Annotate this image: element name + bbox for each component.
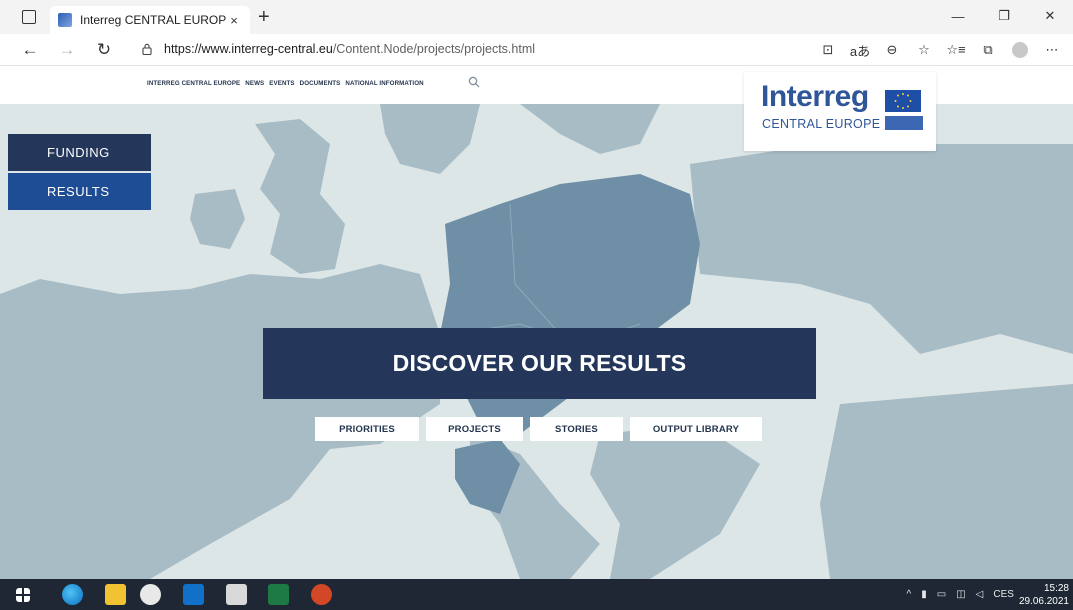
web-page: INTERREG CENTRAL EUROPE NEWS EVENTS DOCU…	[0, 66, 1073, 579]
browser-tab-bar: Interreg CENTRAL EUROPE - Pro × + — ❐ ✕	[0, 0, 1073, 34]
reload-button[interactable]: ↻	[92, 39, 116, 61]
volume-icon[interactable]: ◁	[976, 589, 984, 600]
results-category-buttons: PRIORITIES PROJECTS STORIES OUTPUT LIBRA…	[0, 417, 1073, 441]
collections-icon[interactable]: ⧉	[975, 38, 1001, 62]
interreg-logo[interactable]: Interreg CENTRAL EUROPE	[744, 72, 936, 151]
address-bar: ← → ↻ https://www.interreg-central.eu/Co…	[0, 34, 1073, 66]
site-favicon-icon	[58, 13, 72, 27]
add-favorite-icon[interactable]: ☆	[911, 38, 937, 62]
nav-link-national-information[interactable]: NATIONAL INFORMATION	[345, 80, 423, 87]
lock-icon[interactable]	[142, 43, 152, 55]
forward-button[interactable]: →	[55, 39, 79, 61]
stories-button[interactable]: STORIES	[530, 417, 623, 441]
eu-flag-icon	[885, 90, 921, 112]
edge-icon[interactable]	[62, 584, 83, 605]
tab-actions-icon[interactable]	[22, 10, 36, 24]
nav-link-events[interactable]: EVENTS	[269, 80, 294, 87]
hero-title-banner: DISCOVER OUR RESULTS	[263, 328, 816, 399]
side-menu-results[interactable]: RESULTS	[8, 173, 151, 210]
search-icon[interactable]	[468, 76, 480, 88]
outlook-icon[interactable]	[183, 584, 204, 605]
system-clock[interactable]: 15:28 29.06.2021	[1019, 582, 1073, 608]
nav-link-documents[interactable]: DOCUMENTS	[300, 80, 341, 87]
restore-button[interactable]: ❐	[981, 0, 1027, 32]
favorites-icon[interactable]: ☆≡	[943, 38, 969, 62]
tray-chevron-icon[interactable]: ^	[907, 589, 912, 600]
windows-start-icon[interactable]	[16, 588, 30, 602]
tab-close-icon[interactable]: ×	[226, 13, 242, 28]
url-input[interactable]: https://www.interreg-central.eu/Content.…	[164, 42, 535, 56]
eu-fund-label	[885, 116, 923, 130]
immersive-reader-icon[interactable]: ⊡	[815, 38, 841, 62]
battery-icon[interactable]: ▭	[937, 589, 946, 600]
priorities-button[interactable]: PRIORITIES	[315, 417, 419, 441]
browser-tab-active[interactable]: Interreg CENTRAL EUROPE - Pro ×	[50, 6, 250, 34]
minimize-button[interactable]: —	[935, 0, 981, 32]
excel-icon[interactable]	[268, 584, 289, 605]
url-path: /Content.Node/projects/projects.html	[332, 42, 536, 56]
calculator-icon[interactable]	[226, 584, 247, 605]
nav-link-interreg-central-europe[interactable]: INTERREG CENTRAL EUROPE	[147, 80, 240, 87]
logo-subtitle: CENTRAL EUROPE	[762, 117, 881, 131]
window-controls: — ❐ ✕	[935, 0, 1073, 32]
output-library-button[interactable]: OUTPUT LIBRARY	[630, 417, 762, 441]
microphone-icon[interactable]: ▮	[921, 589, 927, 600]
side-menu: FUNDING RESULTS	[8, 134, 151, 210]
photos-icon[interactable]	[140, 584, 161, 605]
top-nav-links: INTERREG CENTRAL EUROPE NEWS EVENTS DOCU…	[147, 80, 424, 87]
back-button[interactable]: ←	[18, 39, 42, 61]
clock-date: 29.06.2021	[1018, 595, 1069, 607]
logo-wordmark: Interreg	[761, 80, 869, 113]
new-tab-button[interactable]: +	[258, 6, 270, 28]
file-explorer-icon[interactable]	[105, 584, 126, 605]
system-tray: ^ ▮ ▭ ◫ ◁ CES 15:28 29.06.2021	[902, 579, 1073, 610]
url-host: https://www.interreg-central.eu	[164, 42, 333, 56]
profile-avatar[interactable]	[1007, 38, 1033, 62]
zoom-icon[interactable]: ⊖	[879, 38, 905, 62]
windows-taskbar: ^ ▮ ▭ ◫ ◁ CES 15:28 29.06.2021	[0, 579, 1073, 610]
side-menu-funding[interactable]: FUNDING	[8, 134, 151, 171]
tab-title: Interreg CENTRAL EUROPE - Pro	[80, 13, 226, 27]
powerpoint-icon[interactable]	[311, 584, 332, 605]
close-window-button[interactable]: ✕	[1027, 0, 1073, 32]
network-icon[interactable]: ◫	[956, 589, 965, 600]
input-language[interactable]: CES	[993, 589, 1014, 600]
settings-more-icon[interactable]: ⋯	[1039, 38, 1065, 62]
address-bar-actions: ⊡ aあ ⊖ ☆ ☆≡ ⧉ ⋯	[815, 38, 1065, 62]
nav-link-news[interactable]: NEWS	[245, 80, 264, 87]
clock-time: 15:28	[1043, 582, 1069, 594]
projects-button[interactable]: PROJECTS	[426, 417, 523, 441]
read-aloud-icon[interactable]: aあ	[847, 38, 873, 62]
